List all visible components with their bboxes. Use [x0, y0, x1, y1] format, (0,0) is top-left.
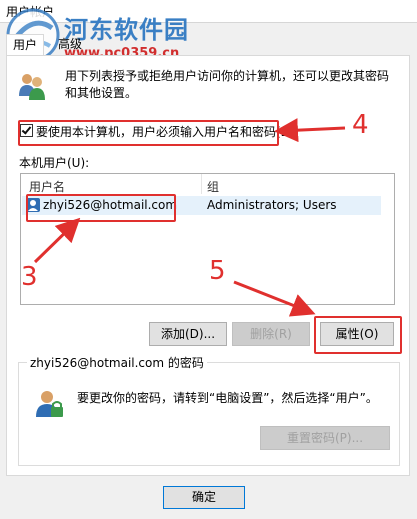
intro-text: 用下列表授予或拒绝用户访问你的计算机，还可以更改其密码和其他设置。: [65, 69, 390, 100]
tab-users[interactable]: 用户: [6, 34, 45, 56]
highlight-box-checkbox: [18, 120, 279, 146]
add-button[interactable]: 添加(D)...: [149, 322, 227, 346]
users-list[interactable]: 用户名 组 zhyi526@hotmail.com Administrators…: [20, 173, 395, 305]
password-group: zhyi526@hotmail.com 的密码 要更改你的密码，请转到“电脑设置…: [18, 354, 400, 466]
highlight-box-properties: [314, 316, 402, 354]
tab-advanced[interactable]: 高级: [52, 34, 88, 55]
column-separator: [201, 174, 202, 194]
password-instructions: 要更改你的密码，请转到“电脑设置”，然后选择“用户”。: [77, 391, 378, 405]
highlight-box-user: [26, 194, 176, 222]
password-user-icon: [36, 391, 63, 417]
password-group-title: zhyi526@hotmail.com 的密码: [27, 354, 207, 371]
remove-button[interactable]: 删除(R): [232, 322, 310, 346]
users-icon: [19, 74, 45, 100]
step-number-5: 5: [209, 256, 226, 286]
users-list-label: 本机用户(U):: [19, 156, 90, 170]
reset-password-button[interactable]: 重置密码(P)...: [260, 426, 390, 450]
tab-strip: 用户 高级: [6, 34, 411, 56]
column-header-group[interactable]: 组: [207, 178, 219, 195]
column-header-username[interactable]: 用户名: [29, 178, 65, 195]
cell-group: Administrators; Users: [207, 198, 337, 212]
users-panel: 用下列表授予或拒绝用户访问你的计算机，还可以更改其密码和其他设置。 要使用本计算…: [6, 55, 410, 476]
step-number-3: 3: [21, 262, 38, 292]
step-number-4: 4: [352, 110, 369, 140]
ok-button[interactable]: 确定: [163, 486, 245, 509]
